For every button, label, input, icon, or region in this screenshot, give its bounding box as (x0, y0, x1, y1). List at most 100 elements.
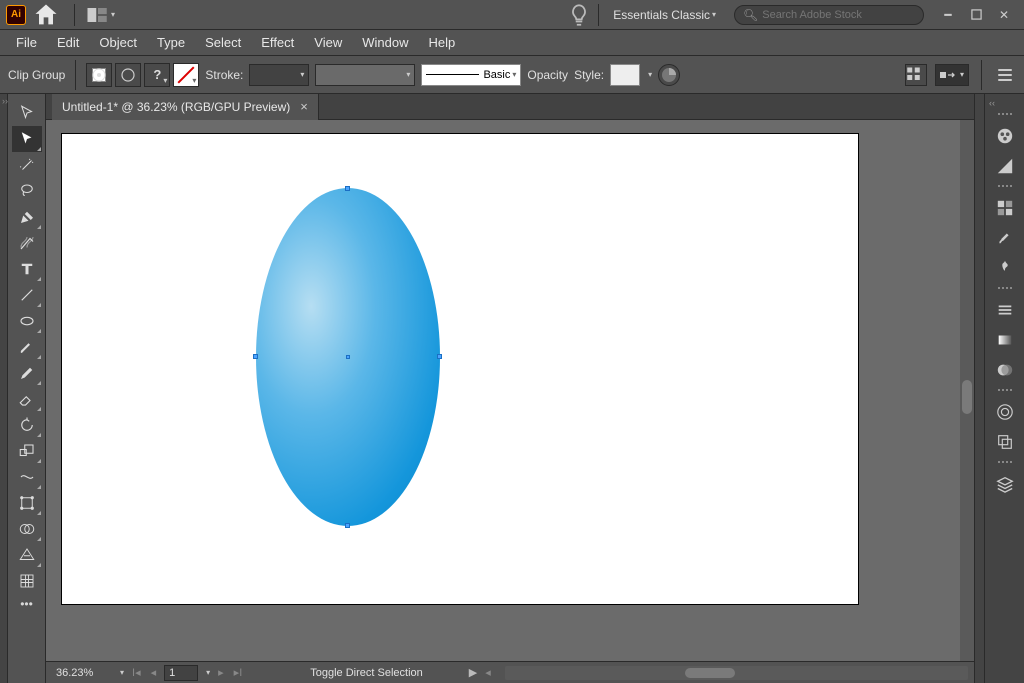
lasso-tool[interactable] (12, 178, 42, 204)
status-tool-info: Toggle Direct Selection (310, 667, 423, 679)
graphic-styles-panel-icon[interactable] (989, 428, 1021, 456)
panel-grip-1[interactable] (990, 113, 1020, 118)
menu-object[interactable]: Object (89, 31, 147, 54)
menu-window[interactable]: Window (352, 31, 418, 54)
magic-wand-tool[interactable] (12, 152, 42, 178)
selection-tool[interactable] (12, 100, 42, 126)
line-segment-tool[interactable] (12, 282, 42, 308)
gradient-panel-icon[interactable] (989, 326, 1021, 354)
chevron-down-icon[interactable]: ▾ (206, 668, 210, 677)
menu-type[interactable]: Type (147, 31, 195, 54)
search-input[interactable] (762, 9, 915, 21)
stroke-panel-icon[interactable] (989, 296, 1021, 324)
curvature-tool[interactable] (12, 230, 42, 256)
transparency-panel-icon[interactable] (989, 356, 1021, 384)
free-transform-tool[interactable] (12, 490, 42, 516)
fill-unknown-swatch[interactable]: ?▾ (144, 63, 170, 87)
menu-effect[interactable]: Effect (251, 31, 304, 54)
color-guide-panel-icon[interactable] (989, 152, 1021, 180)
stroke-swatch[interactable]: ▾ (173, 63, 199, 87)
selection-handle-bottom[interactable] (345, 523, 350, 528)
color-panel-icon[interactable] (989, 122, 1021, 150)
search-box[interactable]: 🔍︎ (734, 5, 924, 25)
vertical-scrollbar[interactable] (960, 120, 974, 661)
rectangle-tool[interactable] (12, 308, 42, 334)
graphic-style-swatch[interactable] (610, 64, 640, 86)
swatches-panel-icon[interactable] (989, 194, 1021, 222)
perspective-grid-tool[interactable] (12, 542, 42, 568)
status-disclosure-button[interactable]: ▶ (469, 666, 477, 679)
main-area: ›› ••• Untitled-1* @ 36.23% (RGB/GPU Pre… (0, 94, 1024, 683)
next-artboard-button[interactable]: ▸ (216, 666, 226, 679)
canvas[interactable] (46, 120, 974, 661)
stroke-label: Stroke: (205, 68, 243, 82)
chevron-down-icon[interactable]: ▾ (120, 668, 124, 677)
horizontal-scrollbar[interactable] (505, 666, 968, 680)
menu-select[interactable]: Select (195, 31, 251, 54)
selection-center-point[interactable] (346, 355, 350, 359)
layers-panel-icon[interactable] (989, 470, 1021, 498)
brush-definition[interactable]: Basic ▾ (421, 64, 521, 86)
more-tools-button[interactable]: ••• (12, 594, 42, 614)
fill-swatch[interactable] (86, 63, 112, 87)
recolor-artwork-button[interactable] (658, 64, 680, 86)
home-button[interactable] (32, 3, 60, 27)
control-panel-menu-button[interactable] (994, 64, 1016, 86)
prev-artboard-button[interactable]: ◂ (149, 666, 159, 679)
workspace-switcher[interactable]: Essentials Classic ▾ (605, 4, 724, 26)
variable-width-profile[interactable]: ▾ (315, 64, 415, 86)
selection-handle-right[interactable] (437, 354, 442, 359)
scale-tool[interactable] (12, 438, 42, 464)
zoom-level[interactable]: 36.23% (52, 665, 112, 681)
mesh-tool[interactable] (12, 568, 42, 594)
panel-grip-4[interactable] (990, 389, 1020, 394)
divider (981, 60, 982, 90)
width-tool[interactable] (12, 464, 42, 490)
direct-selection-tool[interactable] (12, 126, 42, 152)
window-maximize-button[interactable] (964, 5, 988, 25)
menu-edit[interactable]: Edit (47, 31, 89, 54)
panel-grip-3[interactable] (990, 287, 1020, 292)
right-panel-dock: ‹‹ (984, 94, 1024, 683)
selection-handle-left[interactable] (253, 354, 258, 359)
window-minimize-button[interactable]: ━ (936, 5, 960, 25)
eraser-tool[interactable] (12, 386, 42, 412)
collapse-dock-button[interactable]: ‹‹ (985, 98, 995, 108)
pencil-tool[interactable] (12, 360, 42, 386)
symbols-panel-icon[interactable] (989, 254, 1021, 282)
stroke-weight-input[interactable]: ▾ (249, 64, 309, 86)
last-artboard-button[interactable]: ▸I (232, 666, 245, 679)
paintbrush-tool[interactable] (12, 334, 42, 360)
panel-grip-2[interactable] (990, 185, 1020, 190)
selection-handle-top[interactable] (345, 186, 350, 191)
menu-file[interactable]: File (6, 31, 47, 54)
window-close-button[interactable]: ✕ (992, 5, 1016, 25)
right-panel-divider[interactable] (974, 94, 984, 683)
panel-grip-5[interactable] (990, 461, 1020, 466)
discover-button[interactable] (566, 2, 592, 28)
menu-view[interactable]: View (304, 31, 352, 54)
shape-builder-tool[interactable] (12, 516, 42, 542)
artboard[interactable] (62, 134, 858, 604)
pen-tool[interactable] (12, 204, 42, 230)
chevron-down-icon: ▾ (111, 10, 115, 19)
arrange-documents-button[interactable]: ▾ (81, 4, 121, 26)
menu-help[interactable]: Help (418, 31, 465, 54)
artboard-number-input[interactable]: 1 (164, 665, 198, 681)
scroll-left-button[interactable]: ◂ (483, 666, 493, 679)
left-panel-collapsed[interactable]: ›› (0, 94, 8, 683)
close-tab-button[interactable]: × (300, 99, 308, 114)
rotate-tool[interactable] (12, 412, 42, 438)
transform-panel-button[interactable]: ▾ (935, 64, 969, 86)
status-bar: 36.23% ▾ I◂ ◂ 1 ▾ ▸ ▸I Toggle Direct Sel… (46, 661, 974, 683)
chevron-down-icon: ▾ (712, 10, 716, 19)
brushes-panel-icon[interactable] (989, 224, 1021, 252)
appearance-panel-icon[interactable] (989, 398, 1021, 426)
first-artboard-button[interactable]: I◂ (130, 666, 143, 679)
align-panel-button[interactable] (905, 64, 927, 86)
type-tool[interactable] (12, 256, 42, 282)
fill-recolor-button[interactable] (115, 63, 141, 87)
scrollbar-thumb[interactable] (962, 380, 972, 414)
document-tab[interactable]: Untitled-1* @ 36.23% (RGB/GPU Preview) × (52, 94, 319, 120)
scrollbar-thumb[interactable] (685, 668, 735, 678)
